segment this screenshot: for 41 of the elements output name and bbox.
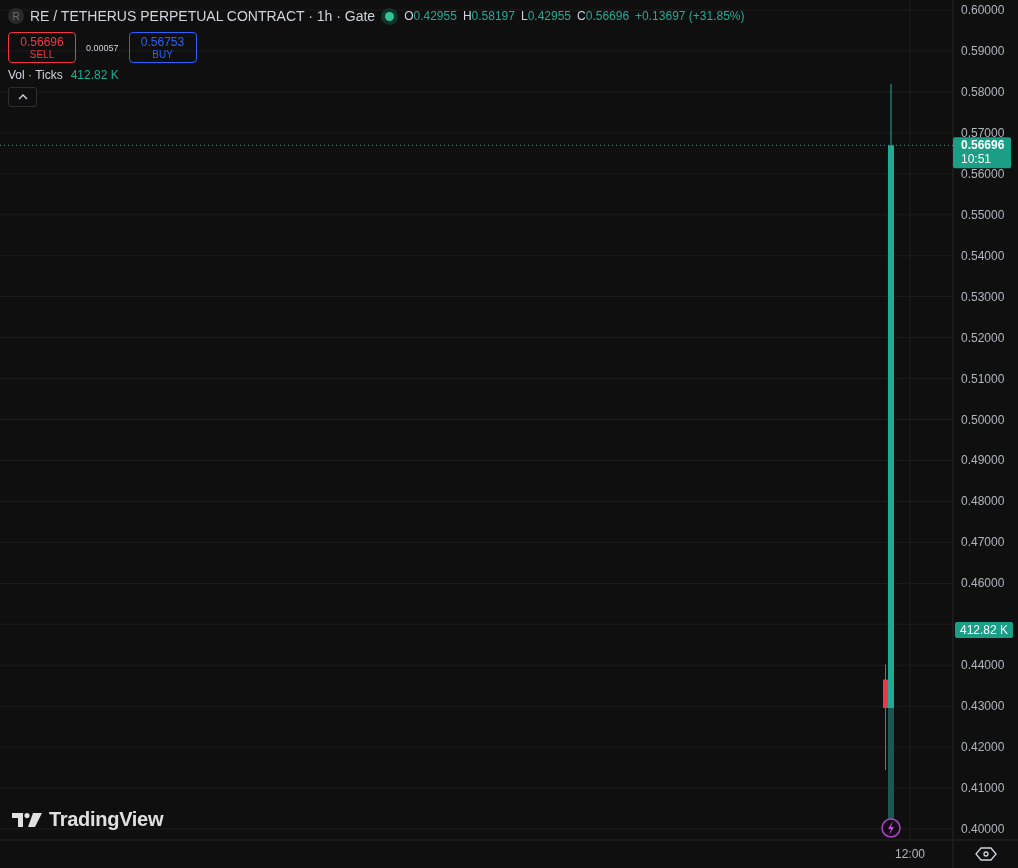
axis-label: 0.42000 [961,740,1005,755]
axis-label: 0.56000 [961,166,1005,181]
axis-label: 0.43000 [961,699,1005,714]
indicator-name: Vol · Ticks [8,68,63,82]
symbol-logo: R [8,8,24,24]
ohlc-value: H0.58197 [462,9,515,23]
axis-label: 0.59000 [961,43,1005,58]
time-label: 12:00 [895,847,925,861]
axis-label: 0.60000 [961,3,1005,17]
indicator-value: 412.82 K [70,68,119,82]
spread-value: 0.00057 [85,42,120,53]
axis-label: 0.44000 [961,658,1005,673]
axis-label: 0.50000 [961,412,1005,427]
volume-badge: 412.82 K [955,622,1013,638]
axis-label: 0.52000 [961,330,1005,345]
chart-title: RE / TETHERUS PERPETUAL CONTRACT · 1h · Gate [30,8,376,24]
ohlc-value: C0.56696 [577,9,630,23]
axis-label: 0.54000 [961,248,1005,263]
lightning-icon[interactable] [881,818,901,838]
axis-label: 0.40000 [961,822,1005,836]
price-badge: 0.56696 10:51 [953,137,1011,169]
ohlc-value: O0.42955 [404,9,457,23]
axis-label: 0.58000 [961,84,1005,99]
buy-button[interactable]: 0.56753 BUY [128,32,197,63]
caret-icon [17,94,28,100]
axis-label: 0.49000 [961,453,1005,468]
axis-label: 0.48000 [961,494,1005,509]
axis-label: 0.51000 [961,371,1005,386]
axis-label: 0.46000 [961,576,1005,591]
collapse-button[interactable] [8,87,37,107]
axis-label: 0.55000 [961,207,1005,222]
axis-label: 0.57000 [961,125,1005,140]
axis-label: 0.53000 [961,289,1005,304]
sell-button[interactable]: 0.56696 SELL [8,32,76,63]
price-change: +0.13697 (+31.85%) [635,9,745,23]
settings-icon[interactable] [975,847,997,861]
logo-icon [12,812,42,827]
ohlc-value: L0.42955 [520,9,572,23]
axis-label: 0.41000 [961,781,1005,796]
axis-label: 0.47000 [961,535,1005,550]
brand-name: TradingView [49,808,164,831]
